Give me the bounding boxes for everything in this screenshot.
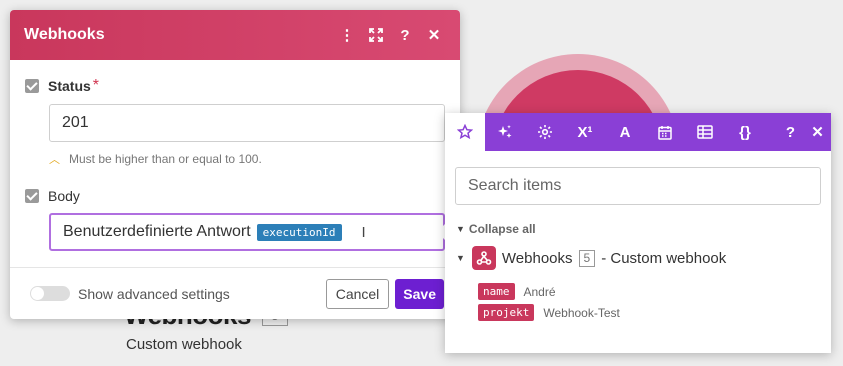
advanced-settings-toggle[interactable] <box>30 286 70 301</box>
dialog-footer: Show advanced settings Cancel Save <box>10 267 460 319</box>
collapse-all-label: Collapse all <box>468 222 536 236</box>
status-hint-text: Must be higher than or equal to 100. <box>69 152 262 166</box>
braces-icon[interactable]: {} <box>725 113 765 151</box>
caret-down-icon: ▼ <box>456 253 465 263</box>
module-count-badge: 5 <box>578 249 596 267</box>
sparkle-icon[interactable] <box>485 113 525 151</box>
mapping-panel: X¹ A {} ? ✕ Search items ▼ Collapse all … <box>445 113 831 353</box>
webhook-icon <box>471 246 496 270</box>
status-value: 201 <box>62 114 89 131</box>
help-icon[interactable]: ? <box>393 23 417 47</box>
module-tree-node[interactable]: ▼ Webhooks 5 - Custom webhook <box>456 246 831 270</box>
body-label: Body <box>48 188 80 204</box>
more-vertical-icon[interactable]: ⋮ <box>335 23 359 47</box>
module-subtitle: Custom webhook <box>126 336 242 353</box>
dialog-body: Status * 201 ︿ Must be higher than or eq… <box>10 76 460 251</box>
status-label: Status <box>48 78 91 94</box>
status-input[interactable]: 201 <box>49 104 445 142</box>
panel-toolbar: X¹ A {} ? ✕ <box>445 113 831 151</box>
status-hint: ︿ Must be higher than or equal to 100. <box>49 151 445 167</box>
list-item[interactable]: projekt Webhook-Test <box>478 302 831 323</box>
status-field-header: Status * <box>25 76 445 96</box>
dialog-title: Webhooks <box>24 26 105 43</box>
table-icon[interactable] <box>685 113 725 151</box>
save-button[interactable]: Save <box>395 278 444 309</box>
text-cursor-icon: I <box>361 223 366 241</box>
chevron-up-icon: ︿ <box>49 154 60 166</box>
body-input[interactable]: Benutzerdefinierte Antwort executionId I <box>49 213 445 251</box>
cancel-button[interactable]: Cancel <box>325 278 390 309</box>
item-value: Webhook-Test <box>543 305 620 320</box>
webhook-dialog: Webhooks ⋮ ? ✕ Status * 201 ︿ Must be hi… <box>10 10 460 319</box>
expand-icon[interactable] <box>364 23 388 47</box>
calendar-icon[interactable] <box>645 113 685 151</box>
close-icon[interactable]: ✕ <box>422 23 446 47</box>
superscript-icon[interactable]: X¹ <box>565 113 605 151</box>
dialog-header: Webhooks ⋮ ? ✕ <box>10 10 460 60</box>
panel-pointer <box>437 224 445 240</box>
body-text: Benutzerdefinierte Antwort <box>63 223 251 240</box>
collapse-all-toggle[interactable]: ▼ Collapse all <box>456 222 831 236</box>
status-checkbox[interactable] <box>25 79 39 93</box>
item-key-pill[interactable]: projekt <box>478 304 535 321</box>
help-icon[interactable]: ? <box>777 113 804 151</box>
execution-id-token[interactable]: executionId <box>256 223 342 241</box>
required-mark: * <box>92 77 100 94</box>
gear-icon[interactable] <box>525 113 565 151</box>
search-placeholder: Search items <box>468 177 562 194</box>
item-key-pill[interactable]: name <box>478 283 515 300</box>
list-item[interactable]: name André <box>478 281 831 302</box>
module-name: Webhooks <box>501 249 573 267</box>
body-checkbox[interactable] <box>25 189 39 203</box>
module-suffix: - Custom webhook <box>601 249 727 267</box>
body-field-header: Body <box>25 186 445 206</box>
close-icon[interactable]: ✕ <box>804 113 831 151</box>
advanced-settings-label: Show advanced settings <box>78 285 230 302</box>
search-items-input[interactable]: Search items <box>455 167 821 205</box>
star-icon[interactable] <box>445 113 485 151</box>
caret-down-icon: ▼ <box>456 224 465 234</box>
text-icon[interactable]: A <box>605 113 645 151</box>
item-value: André <box>523 284 556 299</box>
